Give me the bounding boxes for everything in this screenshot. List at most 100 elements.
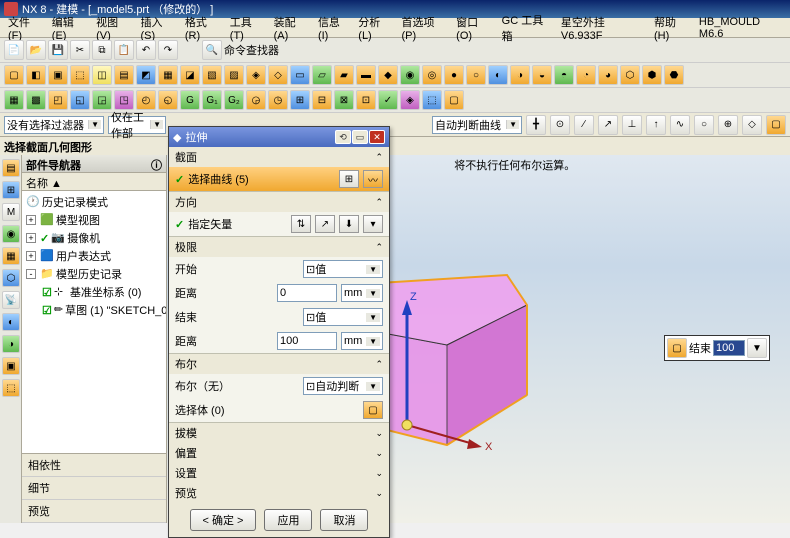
end-distance-input[interactable]	[277, 332, 337, 350]
section-header-settings[interactable]: 设置⌄	[169, 463, 389, 483]
tb-icon[interactable]: ◆	[378, 65, 398, 85]
specify-vector-row[interactable]: ✓ 指定矢量 ⇅ ↗ ⬇ ▾	[169, 212, 389, 236]
nav-tab-icon[interactable]: M	[2, 203, 20, 221]
menu-plugin[interactable]: 星空外挂 V6.933F	[557, 12, 648, 44]
close-icon[interactable]: ✕	[369, 130, 385, 144]
snap-icon[interactable]: ⊥	[622, 115, 642, 135]
tb-icon[interactable]: ▢	[4, 65, 24, 85]
tb-icon[interactable]: G	[180, 90, 200, 110]
nav-tab-icon[interactable]: ⊞	[2, 181, 20, 199]
tb-icon[interactable]: ▬	[356, 65, 376, 85]
tb-icon[interactable]: ▦	[4, 90, 24, 110]
snap-icon[interactable]: ∕	[574, 115, 594, 135]
menu-insert[interactable]: 插入(S)	[137, 12, 179, 44]
snap-icon[interactable]: ↑	[646, 115, 666, 135]
tree-item[interactable]: +🟦用户表达式	[24, 247, 164, 265]
tb-icon[interactable]: ⬣	[664, 65, 684, 85]
paste-icon[interactable]: 📋	[114, 40, 134, 60]
tb-icon[interactable]: ⬚	[70, 65, 90, 85]
tb-icon[interactable]: ◷	[268, 90, 288, 110]
section-header-preview[interactable]: 预览⌄	[169, 483, 389, 503]
nav-tab-icon[interactable]: ◐	[2, 313, 20, 331]
copy-icon[interactable]: ⧉	[92, 40, 112, 60]
dropdown-icon[interactable]: ▼	[747, 338, 767, 358]
select-curve-row[interactable]: ✓ 选择曲线 (5) ⊞ 〰	[169, 167, 389, 191]
tb-icon[interactable]: ◒	[532, 65, 552, 85]
tb-icon[interactable]: ▣	[48, 65, 68, 85]
tab-preview[interactable]: 预览	[22, 500, 166, 523]
tb-icon[interactable]: ⬡	[620, 65, 640, 85]
save-icon[interactable]: 💾	[48, 40, 68, 60]
reverse-icon[interactable]: ⇅	[291, 215, 311, 233]
curve-rule-dropdown[interactable]: 自动判断曲线▼	[432, 116, 522, 134]
filter-type-dropdown[interactable]: 没有选择过滤器▼	[4, 116, 104, 134]
tb-icon[interactable]: ◈	[246, 65, 266, 85]
tb-icon[interactable]: ▰	[334, 65, 354, 85]
tb-icon[interactable]: ▨	[224, 65, 244, 85]
nav-tab-icon[interactable]: ▣	[2, 357, 20, 375]
menu-file[interactable]: 文件(F)	[4, 12, 46, 44]
section-header-boolean[interactable]: 布尔⌃	[169, 354, 389, 374]
cancel-button[interactable]: 取消	[320, 509, 368, 531]
tb-icon[interactable]: ◰	[48, 90, 68, 110]
tb-icon[interactable]: ◎	[422, 65, 442, 85]
tb-icon[interactable]: ●	[444, 65, 464, 85]
unit-dropdown[interactable]: mm▼	[341, 284, 383, 302]
cut-icon[interactable]: ✂	[70, 40, 90, 60]
menu-info[interactable]: 信息(I)	[314, 12, 352, 44]
nav-tab-icon[interactable]: ◑	[2, 335, 20, 353]
nav-tab-icon[interactable]: ▦	[2, 247, 20, 265]
tree-item[interactable]: 🕐历史记录模式	[24, 193, 164, 211]
col-name[interactable]: 名称	[26, 178, 48, 190]
undo-icon[interactable]: ↶	[136, 40, 156, 60]
vector-menu-icon[interactable]: ⬇	[339, 215, 359, 233]
tb-icon[interactable]: ⊞	[290, 90, 310, 110]
new-icon[interactable]: 📄	[4, 40, 24, 60]
dialog-titlebar[interactable]: ◆ 拉伸 ⟲ ▭ ✕	[169, 127, 389, 147]
tb-icon[interactable]: ◕	[598, 65, 618, 85]
snap-icon[interactable]: ⊙	[550, 115, 570, 135]
tb-icon[interactable]: ▩	[26, 90, 46, 110]
section-header-offset[interactable]: 偏置⌄	[169, 443, 389, 463]
expand-icon[interactable]: +	[26, 233, 36, 243]
section-header-direction[interactable]: 方向⌃	[169, 192, 389, 212]
tb-icon[interactable]: ▤	[114, 65, 134, 85]
tb-icon[interactable]: ◇	[268, 65, 288, 85]
cmd-finder-icon[interactable]: 🔍	[202, 40, 222, 60]
tb-icon[interactable]: ◈	[400, 90, 420, 110]
tb-icon[interactable]: ◱	[70, 90, 90, 110]
cube-icon[interactable]: ▢	[667, 338, 687, 358]
tb-icon[interactable]: ▭	[290, 65, 310, 85]
boolean-dropdown[interactable]: ⊡ 自动判断▼	[303, 377, 383, 395]
menu-gc[interactable]: GC 工具箱	[498, 10, 555, 46]
tb-icon[interactable]: ○	[466, 65, 486, 85]
body-icon[interactable]: ▢	[363, 401, 383, 419]
tb-icon[interactable]: ◲	[92, 90, 112, 110]
start-distance-input[interactable]	[277, 284, 337, 302]
select-body-row[interactable]: 选择体 (0) ▢	[169, 398, 389, 422]
nav-tab-icon[interactable]: 📡	[2, 291, 20, 309]
snap-icon[interactable]: ⊕	[718, 115, 738, 135]
tb-icon[interactable]: ◑	[510, 65, 530, 85]
section-header-curve[interactable]: 截面⌃	[169, 147, 389, 167]
tb-icon[interactable]: ◧	[26, 65, 46, 85]
apply-button[interactable]: 应用	[264, 509, 312, 531]
snap-icon[interactable]: ◇	[742, 115, 762, 135]
tab-detail[interactable]: 细节	[22, 477, 166, 500]
tb-icon[interactable]: ⬢	[642, 65, 662, 85]
snap-icon[interactable]: ○	[694, 115, 714, 135]
collapse-icon[interactable]: -	[26, 269, 36, 279]
nav-tab-icon[interactable]: ⬚	[2, 379, 20, 397]
tb-icon[interactable]: ⊠	[334, 90, 354, 110]
vector-icon[interactable]: ↗	[315, 215, 335, 233]
tree-item[interactable]: ☑⊹基准坐标系 (0)	[24, 283, 164, 301]
unit-dropdown[interactable]: mm▼	[341, 332, 383, 350]
tree-item[interactable]: -📁模型历史记录	[24, 265, 164, 283]
ok-button[interactable]: < 确定 >	[190, 509, 257, 531]
nav-tab-icon[interactable]: ▤	[2, 159, 20, 177]
pin-icon[interactable]: ⓘ	[151, 157, 162, 170]
tb-icon[interactable]: ◪	[180, 65, 200, 85]
menu-pref[interactable]: 首选项(P)	[398, 12, 451, 44]
menu-assembly[interactable]: 装配(A)	[270, 12, 312, 44]
tb-icon[interactable]: ▧	[202, 65, 222, 85]
